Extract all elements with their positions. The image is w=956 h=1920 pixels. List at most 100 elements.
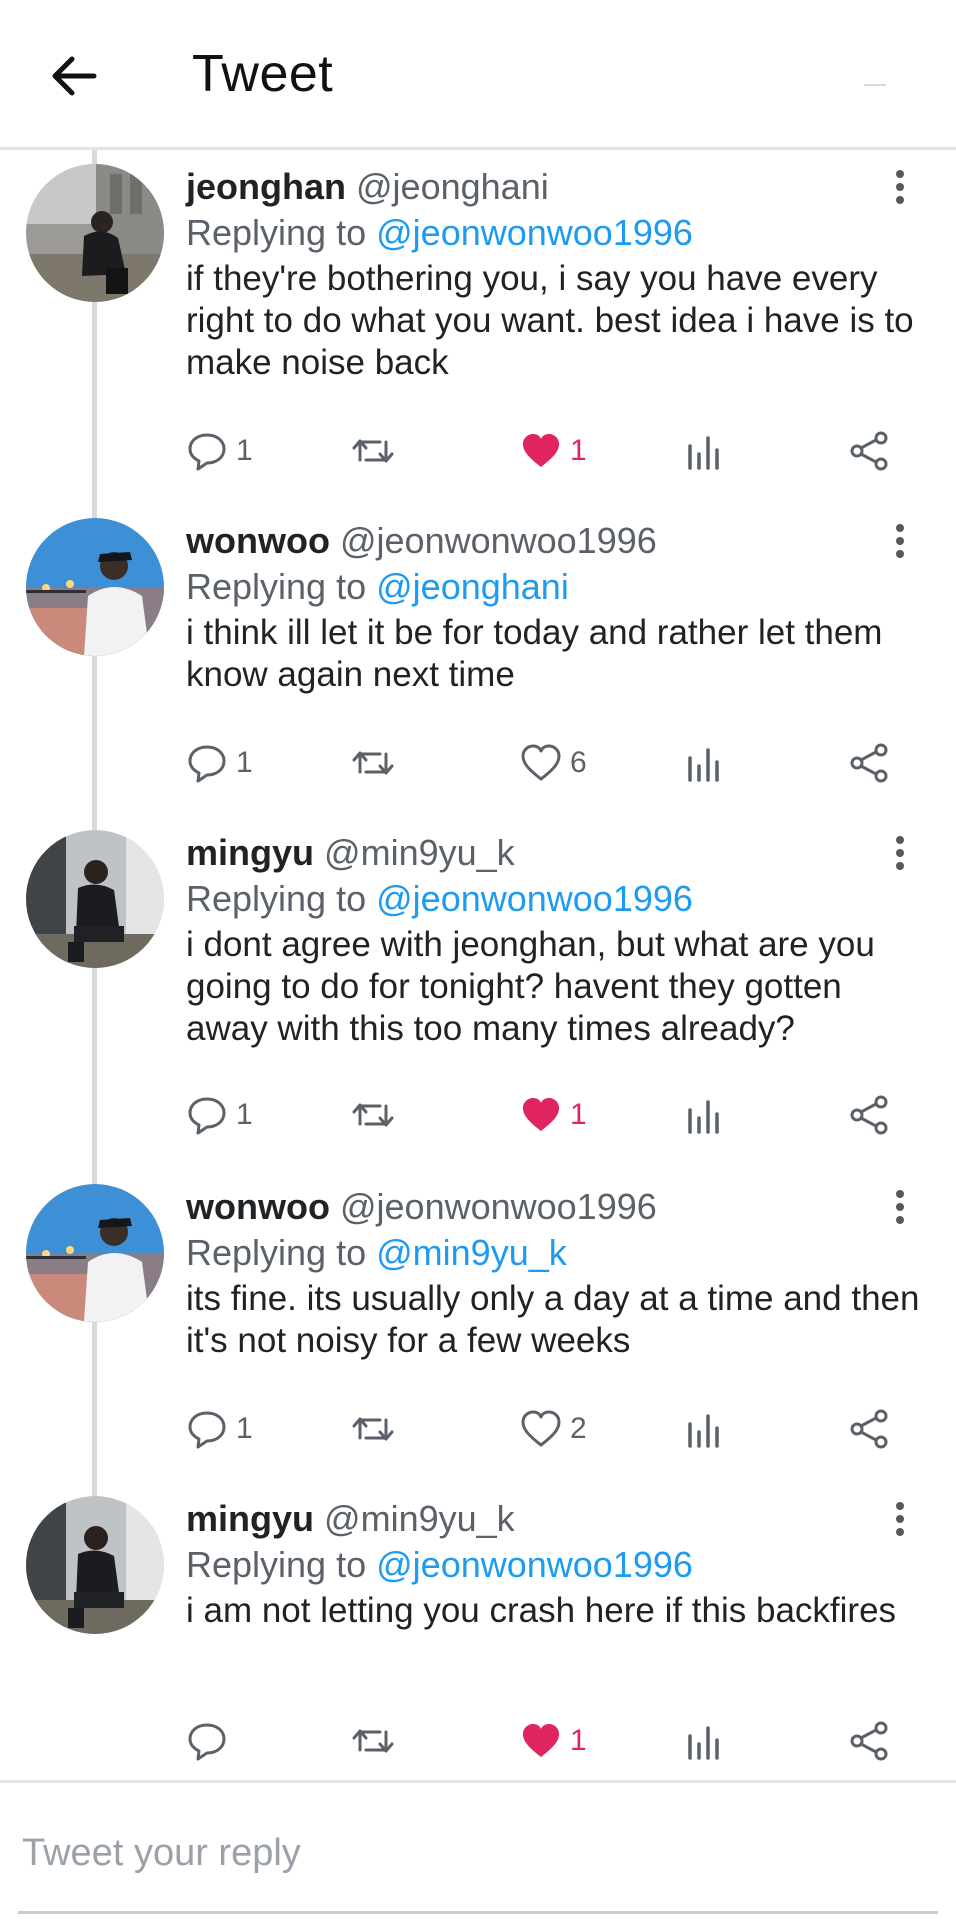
analytics-button[interactable] <box>686 1716 722 1766</box>
more-options-button[interactable] <box>888 524 912 566</box>
like-count: 1 <box>570 1724 587 1757</box>
author-name[interactable]: wonwoo <box>186 1186 330 1227</box>
reply-button[interactable] <box>186 1716 236 1766</box>
tweet-text: i am not letting you crash here if this … <box>186 1591 897 1630</box>
reply-button[interactable]: 1 <box>186 1404 253 1454</box>
tweet-text: its fine. its usually only a day at a ti… <box>186 1279 920 1360</box>
like-button[interactable]: 2 <box>520 1404 587 1454</box>
author-handle[interactable]: @jeonghani <box>356 166 549 207</box>
share-button[interactable] <box>848 426 890 476</box>
share-icon <box>850 1095 888 1135</box>
analytics-icon <box>688 1100 719 1134</box>
retweet-button[interactable] <box>350 738 396 788</box>
reply-tweet[interactable]: mingyu @min9yu_k Replying to @jeonwonwoo… <box>0 1484 956 1774</box>
replying-to-handle-link[interactable]: @min9yu_k <box>376 1232 567 1273</box>
author-name[interactable]: mingyu <box>186 832 314 873</box>
analytics-button[interactable] <box>686 426 722 476</box>
analytics-button[interactable] <box>686 1404 722 1454</box>
retweet-icon <box>352 1417 394 1441</box>
author-name[interactable]: jeonghan <box>186 166 346 207</box>
reply-tweet[interactable]: wonwoo @jeonwonwoo1996 Replying to @jeon… <box>0 506 956 796</box>
author-name[interactable]: wonwoo <box>186 520 330 561</box>
replying-to-line: Replying to @min9yu_k <box>186 1232 567 1274</box>
header-divider <box>864 84 886 86</box>
retweet-icon <box>352 439 394 463</box>
heart-outline-icon <box>521 1410 561 1447</box>
author-name[interactable]: mingyu <box>186 1498 314 1539</box>
share-icon <box>850 743 888 783</box>
replying-to-line: Replying to @jeonghani <box>186 566 569 608</box>
reply-tweet[interactable]: wonwoo @jeonwonwoo1996 Replying to @min9… <box>0 1172 956 1462</box>
retweet-button[interactable] <box>350 1090 396 1140</box>
tweet-text: i dont agree with jeonghan, but what are… <box>186 925 875 1048</box>
author-handle[interactable]: @jeonwonwoo1996 <box>340 520 657 561</box>
replying-to-handle-link[interactable]: @jeonghani <box>376 566 569 607</box>
share-button[interactable] <box>848 1090 890 1140</box>
replying-to-handle-link[interactable]: @jeonwonwoo1996 <box>376 1544 693 1585</box>
more-options-button[interactable] <box>888 1502 912 1544</box>
avatar[interactable] <box>26 1496 164 1634</box>
reply-icon <box>188 1411 226 1449</box>
replying-to-label: Replying to <box>186 1544 367 1585</box>
like-button[interactable]: 1 <box>520 1090 587 1140</box>
replying-to-label: Replying to <box>186 878 367 919</box>
like-button[interactable]: 6 <box>520 738 587 788</box>
composer-underline <box>18 1911 938 1914</box>
reply-button[interactable]: 1 <box>186 738 253 788</box>
reply-button[interactable]: 1 <box>186 1090 253 1140</box>
reply-count: 1 <box>236 434 253 467</box>
share-button[interactable] <box>848 1716 890 1766</box>
tweet-actions: 1 1 <box>186 426 902 476</box>
more-options-button[interactable] <box>888 836 912 878</box>
author-handle[interactable]: @jeonwonwoo1996 <box>340 1186 657 1227</box>
author-handle[interactable]: @min9yu_k <box>324 832 515 873</box>
replying-to-handle-link[interactable]: @jeonwonwoo1996 <box>376 212 693 253</box>
tweet-text: i think ill let it be for today and rath… <box>186 613 883 694</box>
more-options-button[interactable] <box>888 170 912 212</box>
reply-input[interactable] <box>22 1823 922 1883</box>
retweet-button[interactable] <box>350 426 396 476</box>
more-options-button[interactable] <box>888 1190 912 1232</box>
arrow-left-icon <box>52 56 97 96</box>
tweet-actions: 1 2 <box>186 1404 902 1454</box>
retweet-button[interactable] <box>350 1404 396 1454</box>
analytics-button[interactable] <box>686 738 722 788</box>
reply-icon <box>188 1097 226 1135</box>
top-bar: Tweet <box>0 0 956 150</box>
reply-tweet[interactable]: jeonghan @jeonghani Replying to @jeonwon… <box>0 152 956 482</box>
share-button[interactable] <box>848 1404 890 1454</box>
replying-to-handle-link[interactable]: @jeonwonwoo1996 <box>376 878 693 919</box>
replying-to-line: Replying to @jeonwonwoo1996 <box>186 1544 693 1586</box>
share-icon <box>850 431 888 471</box>
replying-to-line: Replying to @jeonwonwoo1996 <box>186 878 693 920</box>
author-line: jeonghan @jeonghani <box>186 166 549 208</box>
analytics-icon <box>688 1414 719 1448</box>
reply-count: 1 <box>236 746 253 779</box>
like-count: 1 <box>570 434 587 467</box>
retweet-button[interactable] <box>350 1716 396 1766</box>
tweet-actions: 1 1 <box>186 1090 902 1140</box>
reply-tweet[interactable]: mingyu @min9yu_k Replying to @jeonwonwoo… <box>0 818 956 1148</box>
heart-filled-icon <box>523 1098 559 1131</box>
avatar[interactable] <box>26 1184 164 1322</box>
reply-count: 1 <box>236 1412 253 1445</box>
replying-to-label: Replying to <box>186 1232 367 1273</box>
reply-icon <box>188 745 226 783</box>
avatar[interactable] <box>26 830 164 968</box>
author-line: wonwoo @jeonwonwoo1996 <box>186 520 657 562</box>
like-button[interactable]: 1 <box>520 1716 587 1766</box>
replying-to-line: Replying to @jeonwonwoo1996 <box>186 212 693 254</box>
like-count: 2 <box>570 1412 587 1445</box>
avatar[interactable] <box>26 164 164 302</box>
author-line: mingyu @min9yu_k <box>186 832 515 874</box>
avatar[interactable] <box>26 518 164 656</box>
analytics-button[interactable] <box>686 1090 722 1140</box>
like-count: 1 <box>570 1098 587 1131</box>
reply-button[interactable]: 1 <box>186 426 253 476</box>
back-button[interactable] <box>46 48 102 104</box>
reply-count: 1 <box>236 1098 253 1131</box>
like-button[interactable]: 1 <box>520 426 587 476</box>
share-button[interactable] <box>848 738 890 788</box>
author-handle[interactable]: @min9yu_k <box>324 1498 515 1539</box>
analytics-icon <box>688 748 719 782</box>
